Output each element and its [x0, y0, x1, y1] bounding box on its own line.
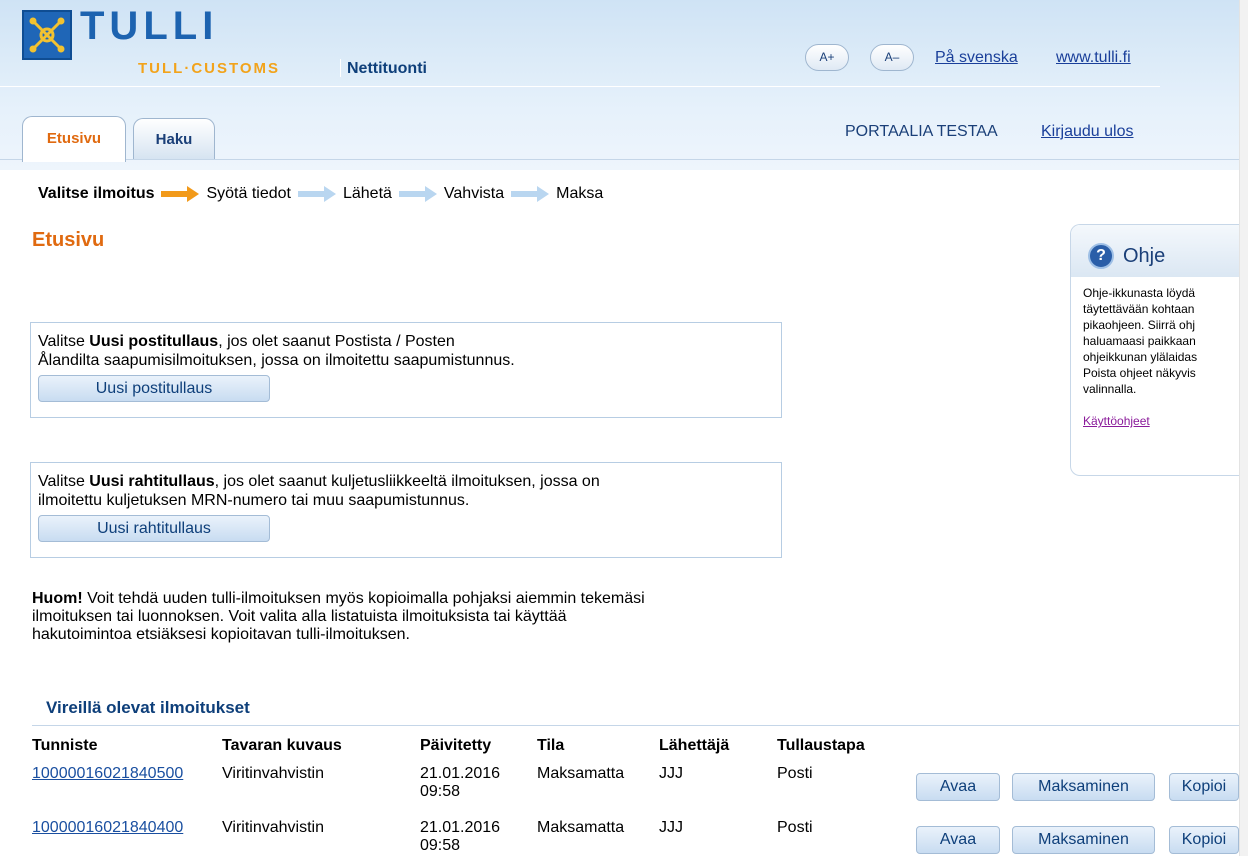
- text-fragment: ilmoitettu kuljetuksen MRN-numero tai mu…: [38, 492, 470, 509]
- open-button[interactable]: Avaa: [916, 826, 1000, 854]
- site-header: TULLI TULL·CUSTOMS Nettituonti A+ A– På …: [0, 0, 1248, 170]
- tulli-site-link[interactable]: www.tulli.fi: [1056, 48, 1131, 68]
- user-guide-link[interactable]: Käyttöohjeet: [1083, 413, 1248, 429]
- step-arrow-icon: [398, 186, 437, 202]
- declaration-sender: JJJ: [659, 765, 683, 782]
- font-smaller-button[interactable]: A–: [870, 44, 914, 71]
- help-line: Poista ohjeet näkyvis: [1083, 366, 1196, 380]
- column-header-updated: Päivitetty: [420, 737, 492, 754]
- text-fragment: Ålandilta saapumisilmoituksen, jossa on …: [38, 352, 515, 369]
- copy-button[interactable]: Kopioi: [1169, 773, 1239, 801]
- vertical-scrollbar[interactable]: [1239, 0, 1248, 856]
- progress-steps: Valitse ilmoitus Syötä tiedot Lähetä Vah…: [38, 182, 603, 206]
- help-text: Ohje-ikkunasta löydä täytettävään kohtaa…: [1071, 277, 1248, 429]
- step-arrow-icon: [297, 186, 336, 202]
- help-line: haluamaasi paikkaan: [1083, 334, 1196, 348]
- help-question-icon: ?: [1088, 243, 1114, 269]
- step-arrow-icon: [511, 186, 550, 202]
- text-fragment: , jos olet saanut Postista / Posten: [218, 333, 455, 350]
- customs-emblem-icon: [22, 10, 72, 60]
- text-emphasis: Uusi postitullaus: [89, 333, 219, 350]
- brand-subtitle: TULL·CUSTOMS: [138, 60, 281, 77]
- column-header-id: Tunniste: [32, 737, 98, 754]
- new-freight-declaration-button[interactable]: Uusi rahtitullaus: [38, 515, 270, 542]
- new-freight-declaration-panel: Valitse Uusi rahtitullaus, jos olet saan…: [30, 462, 782, 558]
- text-fragment: , jos olet saanut kuljetusliikkeeltä ilm…: [214, 473, 600, 490]
- text-fragment: hakutoimintoa etsiäksesi kopioitavan tul…: [32, 626, 410, 643]
- declaration-method: Posti: [777, 765, 813, 782]
- declaration-id-link[interactable]: 10000016021840500: [32, 765, 183, 783]
- text-fragment: Valitse: [38, 473, 90, 490]
- new-postal-declaration-panel: Valitse Uusi postitullaus, jos olet saan…: [30, 322, 782, 418]
- step-confirm: Vahvista: [443, 185, 505, 202]
- declaration-status: Maksamatta: [537, 819, 625, 836]
- open-button[interactable]: Avaa: [916, 773, 1000, 801]
- logout-link[interactable]: Kirjaudu ulos: [1041, 122, 1134, 142]
- copy-declaration-note: Huom! Voit tehdä uuden tulli-ilmoituksen…: [32, 590, 792, 644]
- step-send: Lähetä: [342, 185, 392, 202]
- step-enter-data: Syötä tiedot: [206, 185, 291, 202]
- help-line: täytettävään kohtaan: [1083, 302, 1195, 316]
- help-header[interactable]: ? Ohje: [1071, 225, 1248, 277]
- declaration-description: Viritinvahvistin: [222, 765, 324, 782]
- declaration-description: Viritinvahvistin: [222, 819, 324, 836]
- column-header-description: Tavaran kuvaus: [222, 737, 342, 754]
- help-line: Ohje-ikkunasta löydä: [1083, 286, 1196, 300]
- brand-divider: [340, 59, 341, 77]
- new-postal-description: Valitse Uusi postitullaus, jos olet saan…: [38, 332, 781, 370]
- tab-bar-divider: [0, 159, 1248, 160]
- new-freight-description: Valitse Uusi rahtitullaus, jos olet saan…: [38, 472, 781, 510]
- declaration-date: 21.01.2016: [420, 819, 501, 836]
- payment-button[interactable]: Maksaminen: [1012, 773, 1155, 801]
- help-line: ohjeikkunan ylälaidas: [1083, 350, 1198, 364]
- swedish-language-link[interactable]: På svenska: [935, 48, 1018, 68]
- payment-button[interactable]: Maksaminen: [1012, 826, 1155, 854]
- pending-divider: [32, 725, 1248, 726]
- column-header-method: Tullaustapa: [777, 737, 865, 754]
- column-header-sender: Lähettäjä: [659, 737, 730, 754]
- help-title: Ohje: [1123, 245, 1166, 267]
- tab-etusivu[interactable]: Etusivu: [22, 116, 126, 162]
- note-emphasis: Huom!: [32, 590, 83, 607]
- step-pay: Maksa: [556, 185, 604, 202]
- help-panel: ? Ohje Ohje-ikkunasta löydä täytettävään…: [1070, 224, 1248, 476]
- text-fragment: ilmoituksen tai luonnoksen. Voit valita …: [32, 608, 567, 625]
- declaration-method: Posti: [777, 819, 813, 836]
- declaration-id-link[interactable]: 10000016021840400: [32, 819, 183, 837]
- declaration-time: 09:58: [420, 837, 461, 854]
- page-title: Etusivu: [32, 229, 105, 251]
- declaration-status: Maksamatta: [537, 765, 625, 782]
- text-fragment: Voit tehdä uuden tulli-ilmoituksen myös …: [82, 590, 645, 607]
- header-divider: [0, 86, 1160, 87]
- user-name: PORTAALIA TESTAA: [845, 123, 998, 140]
- declaration-sender: JJJ: [659, 819, 683, 836]
- brand-name: TULLI: [80, 4, 219, 48]
- service-name: Nettituonti: [347, 60, 427, 77]
- step-arrow-active-icon: [161, 186, 200, 202]
- copy-button[interactable]: Kopioi: [1169, 826, 1239, 854]
- help-line: pikaohjeen. Siirrä ohj: [1083, 318, 1196, 332]
- pending-declarations-title: Vireillä olevat ilmoitukset: [46, 698, 250, 717]
- text-fragment: Valitse: [38, 333, 90, 350]
- step-select-declaration: Valitse ilmoitus: [38, 185, 155, 202]
- help-line: valinnalla.: [1083, 382, 1137, 396]
- column-header-status: Tila: [537, 737, 565, 754]
- new-postal-declaration-button[interactable]: Uusi postitullaus: [38, 375, 270, 402]
- text-emphasis: Uusi rahtitullaus: [89, 473, 215, 490]
- tab-haku[interactable]: Haku: [133, 118, 215, 160]
- declaration-date: 21.01.2016: [420, 765, 501, 782]
- declaration-time: 09:58: [420, 783, 461, 800]
- font-larger-button[interactable]: A+: [805, 44, 849, 71]
